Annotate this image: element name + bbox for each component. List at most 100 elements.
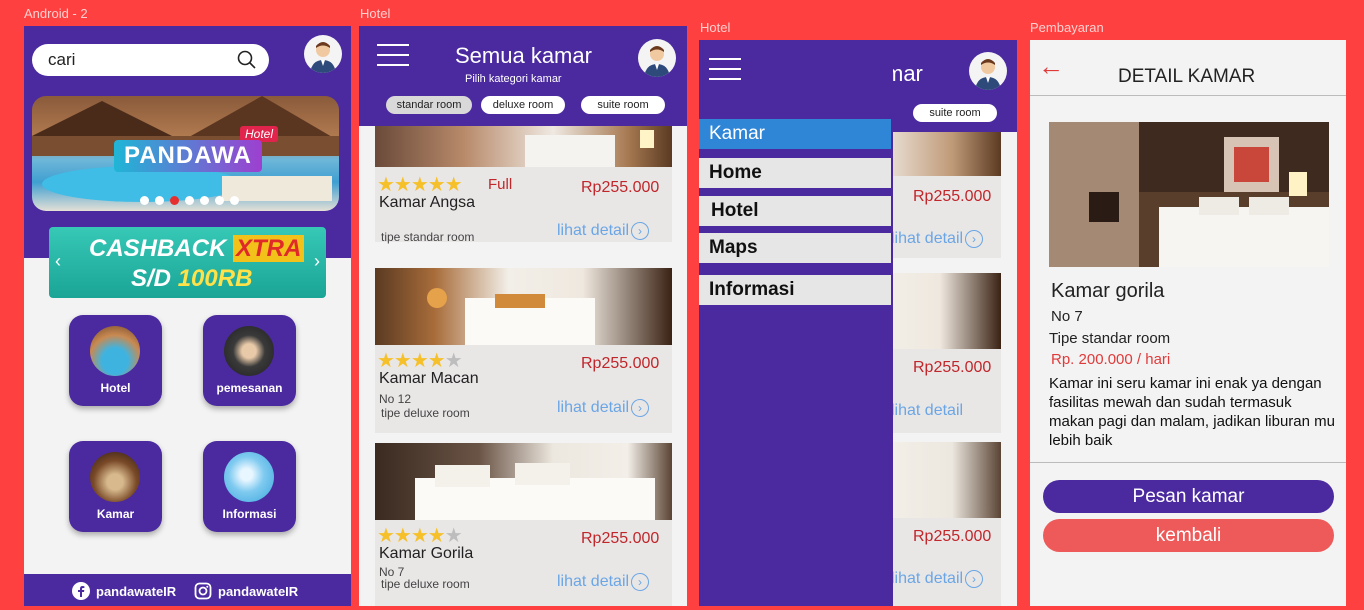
- room-description: Kamar ini seru kamar ini enak ya dengan …: [1049, 375, 1335, 449]
- facebook-handle: pandawateIR: [96, 583, 177, 599]
- search-input[interactable]: cari: [32, 44, 269, 76]
- hamburger-menu-icon[interactable]: [709, 58, 741, 80]
- room-card[interactable]: Rp255.000 lihat detail: [879, 273, 1001, 433]
- room-price: Rp255.000: [913, 188, 992, 205]
- rooms-screen: ★★★★★ Full Rp255.000 Kamar Angsa tipe st…: [359, 26, 687, 606]
- avatar[interactable]: [304, 35, 342, 73]
- room-card[interactable]: ★★★★★ Rp255.000 Kamar Gorila No 7 tipe d…: [375, 443, 672, 606]
- order-room-button[interactable]: Pesan kamar: [1043, 480, 1334, 513]
- room-photo: [375, 268, 672, 345]
- tile-pemesanan[interactable]: pemesanan: [203, 315, 296, 406]
- room-card[interactable]: Rp255.000 lihat detail ›: [879, 132, 1001, 258]
- room-name: Kamar Gorila: [379, 545, 474, 562]
- room-photo: [879, 442, 1001, 518]
- drawer-item-maps[interactable]: Maps: [699, 233, 891, 263]
- navigation-drawer: Kamar Home Hotel Maps Informasi: [699, 40, 893, 606]
- info-icon: [224, 452, 274, 502]
- banner-pagination[interactable]: [140, 196, 239, 205]
- hotel-banner[interactable]: Hotel PANDAWA: [32, 96, 339, 211]
- tile-kamar[interactable]: Kamar: [69, 441, 162, 532]
- arrow-right-icon: ›: [631, 399, 650, 417]
- handshake-icon: [224, 326, 274, 376]
- instagram-icon: [194, 582, 212, 600]
- facebook-link[interactable]: pandawateIR: [72, 582, 176, 600]
- divider: [1030, 462, 1346, 463]
- room-price: Rp255.000: [581, 179, 660, 196]
- room-card[interactable]: Rp255.000 lihat detail ›: [879, 442, 1001, 606]
- arrow-right-icon: ›: [631, 222, 650, 240]
- back-button[interactable]: kembali: [1043, 519, 1334, 552]
- room-type: tipe deluxe room: [381, 406, 470, 420]
- tile-label: pemesanan: [216, 381, 283, 395]
- arrow-right-icon: ›: [631, 573, 650, 591]
- back-arrow-icon[interactable]: ←: [1038, 53, 1064, 79]
- detail-link[interactable]: lihat detail ›: [557, 222, 650, 240]
- cashback-line1: CASHBACK XTRA: [89, 235, 305, 263]
- detail-link[interactable]: lihat detail ›: [891, 570, 984, 588]
- detail-screen: ← DETAIL KAMAR Kamar gorila No 7 Tipe st…: [1030, 40, 1346, 606]
- cashback-line2: S/D 100RB: [131, 265, 253, 292]
- room-status: Full: [488, 176, 513, 193]
- category-suite[interactable]: suite room: [581, 96, 665, 114]
- detail-header: ← DETAIL KAMAR: [1030, 40, 1346, 96]
- drawer-item-kamar[interactable]: Kamar: [699, 119, 891, 149]
- detail-link[interactable]: lihat detail: [891, 402, 963, 420]
- category-suite[interactable]: suite room: [913, 104, 997, 122]
- room-number: No 7: [1051, 308, 1083, 325]
- detail-link[interactable]: lihat detail ›: [557, 399, 650, 417]
- room-name: Kamar gorila: [1051, 280, 1165, 302]
- room-photo: [375, 443, 672, 520]
- room-type: tipe deluxe room: [381, 577, 470, 591]
- room-photo: [1049, 122, 1329, 267]
- room-photo: [879, 132, 1001, 176]
- category-standar[interactable]: standar room: [386, 96, 472, 114]
- tile-label: Kamar: [96, 507, 135, 521]
- chevron-right-icon[interactable]: ›: [314, 251, 320, 272]
- tile-hotel[interactable]: Hotel: [69, 315, 162, 406]
- frame-label-payment: Pembayaran: [1030, 20, 1104, 35]
- page-subtitle: Pilih kategori kamar: [465, 73, 562, 85]
- room-price: Rp255.000: [581, 355, 660, 372]
- drawer-item-hotel[interactable]: Hotel: [699, 196, 891, 226]
- room-type: tipe standar room: [381, 230, 475, 244]
- room-price: Rp255.000: [913, 359, 992, 376]
- room-name: Kamar Angsa: [379, 194, 476, 211]
- room-type: Tipe standar room: [1049, 330, 1171, 347]
- chevron-left-icon[interactable]: ‹: [55, 251, 61, 272]
- rooms-header: Semua kamar Pilih kategori kamar standar…: [359, 26, 687, 126]
- page-title: Semua kamar: [455, 43, 592, 68]
- bedroom-icon: [90, 452, 140, 502]
- tile-informasi[interactable]: Informasi: [203, 441, 296, 532]
- tile-label: Hotel: [100, 381, 131, 395]
- drawer-screen: mar suite room Rp255.000 lihat detail › R…: [699, 40, 1017, 606]
- facebook-icon: [72, 582, 90, 600]
- frame-label-android: Android - 2: [24, 6, 88, 21]
- page-title: DETAIL KAMAR: [1118, 66, 1256, 87]
- banner-brand: PANDAWA: [114, 140, 262, 172]
- home-screen: cari Hotel PANDAWA ‹ CASHBACK XTRA S/D 1…: [24, 26, 351, 606]
- avatar[interactable]: [969, 52, 1007, 90]
- drawer-item-home[interactable]: Home: [699, 158, 891, 188]
- room-card[interactable]: ★★★★★ Rp255.000 Kamar Macan No 12 tipe d…: [375, 268, 672, 433]
- category-deluxe[interactable]: deluxe room: [481, 96, 565, 114]
- tile-label: Informasi: [222, 507, 277, 521]
- arrow-right-icon: ›: [965, 230, 984, 248]
- instagram-link[interactable]: pandawateIR: [194, 582, 298, 600]
- detail-link[interactable]: lihat detail ›: [557, 573, 650, 591]
- search-value: cari: [48, 50, 76, 69]
- frame-label-hotel: Hotel: [360, 6, 391, 21]
- room-price: Rp255.000: [913, 528, 992, 545]
- frame-label-hotel-drawer: Hotel: [700, 20, 731, 35]
- room-number: No 12: [379, 392, 412, 406]
- search-icon[interactable]: [237, 50, 257, 75]
- room-photo: [879, 273, 1001, 349]
- room-price: Rp. 200.000 / hari: [1051, 351, 1171, 368]
- avatar[interactable]: [638, 39, 676, 77]
- hamburger-menu-icon[interactable]: [377, 44, 409, 66]
- room-price: Rp255.000: [581, 530, 660, 547]
- drawer-item-informasi[interactable]: Informasi: [699, 275, 891, 305]
- instagram-handle: pandawateIR: [218, 583, 299, 599]
- cashback-promo[interactable]: ‹ CASHBACK XTRA S/D 100RB ›: [49, 227, 326, 298]
- detail-link[interactable]: lihat detail ›: [891, 230, 984, 248]
- arrow-right-icon: ›: [965, 570, 984, 588]
